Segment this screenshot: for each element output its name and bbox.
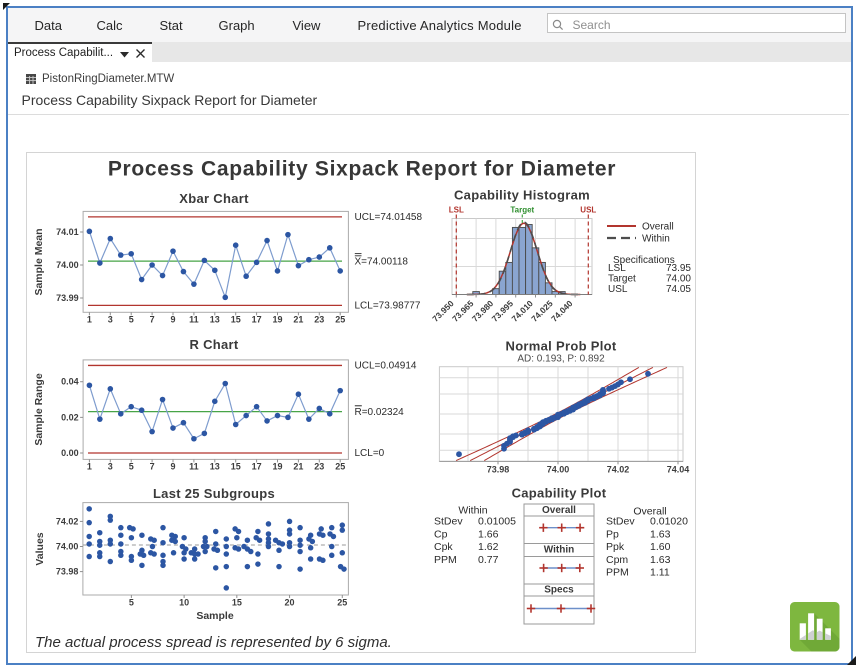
svg-text:Within: Within: [642, 234, 670, 245]
svg-text:R Chart: R Chart: [189, 337, 238, 352]
svg-text:74.04: 74.04: [667, 465, 690, 475]
svg-text:Sample Range: Sample Range: [33, 373, 45, 446]
svg-text:1.11: 1.11: [650, 567, 670, 579]
svg-text:74.00: 74.00: [56, 542, 79, 552]
svg-text:74.01: 74.01: [56, 227, 79, 237]
svg-text:0.04: 0.04: [61, 377, 79, 387]
svg-text:21: 21: [293, 314, 303, 324]
svg-text:1.60: 1.60: [650, 541, 671, 553]
svg-text:19: 19: [272, 461, 282, 471]
svg-text:5: 5: [129, 461, 134, 471]
svg-text:The actual process spread is r: The actual process spread is represented…: [35, 634, 392, 651]
svg-text:Normal Prob Plot: Normal Prob Plot: [506, 339, 617, 354]
svg-text:Xbar Chart: Xbar Chart: [179, 191, 249, 206]
svg-text:73.98: 73.98: [487, 465, 510, 475]
svg-text:1.66: 1.66: [478, 528, 499, 540]
svg-text:25: 25: [335, 461, 345, 471]
svg-text:X=74.00118: X=74.00118: [355, 257, 409, 268]
svg-text:5: 5: [129, 598, 134, 608]
svg-text:StDev: StDev: [606, 516, 635, 528]
svg-text:R=0.02324: R=0.02324: [355, 407, 405, 418]
svg-text:10: 10: [179, 598, 189, 608]
svg-text:73.98: 73.98: [56, 567, 79, 577]
svg-text:25: 25: [337, 598, 347, 608]
svg-text:0.02: 0.02: [61, 412, 79, 422]
svg-text:StDev: StDev: [434, 516, 463, 528]
svg-text:1.63: 1.63: [650, 528, 671, 540]
svg-text:73.99: 73.99: [56, 293, 79, 303]
svg-text:74.00: 74.00: [56, 260, 79, 270]
svg-text:15: 15: [231, 461, 241, 471]
svg-text:11: 11: [189, 314, 199, 324]
svg-text:1: 1: [87, 314, 92, 324]
svg-text:Process Capability Sixpack Rep: Process Capability Sixpack Report for Di…: [108, 158, 616, 181]
svg-text:Overall: Overall: [542, 505, 576, 516]
svg-text:Last 25 Subgroups: Last 25 Subgroups: [153, 486, 275, 501]
svg-text:7: 7: [150, 461, 155, 471]
svg-text:PPM: PPM: [606, 567, 629, 579]
svg-text:15: 15: [232, 598, 242, 608]
svg-text:LCL=0: LCL=0: [355, 448, 385, 459]
svg-text:73.95: 73.95: [666, 263, 691, 274]
svg-text:Within: Within: [544, 545, 574, 556]
svg-text:PPM: PPM: [434, 554, 457, 566]
svg-text:9: 9: [170, 461, 175, 471]
svg-text:0.01020: 0.01020: [650, 516, 688, 528]
svg-text:Target: Target: [510, 206, 534, 215]
svg-text:17: 17: [252, 314, 262, 324]
svg-text:7: 7: [150, 314, 155, 324]
svg-text:74.05: 74.05: [666, 284, 691, 295]
svg-text:Cpm: Cpm: [606, 554, 628, 566]
svg-text:13: 13: [210, 461, 220, 471]
svg-text:1.62: 1.62: [478, 541, 499, 553]
svg-text:0.01005: 0.01005: [478, 516, 516, 528]
svg-text:UCL=0.04914: UCL=0.04914: [355, 360, 417, 371]
svg-text:Cpk: Cpk: [434, 541, 453, 553]
svg-text:LCL=73.98777: LCL=73.98777: [355, 300, 421, 311]
svg-text:5: 5: [129, 314, 134, 324]
svg-text:9: 9: [170, 314, 175, 324]
svg-text:USL: USL: [580, 206, 596, 215]
svg-text:74.00: 74.00: [547, 465, 570, 475]
svg-text:Cp: Cp: [434, 528, 448, 540]
svg-text:17: 17: [252, 461, 262, 471]
svg-text:74.02: 74.02: [607, 465, 630, 475]
svg-text:USL: USL: [608, 284, 628, 295]
svg-text:19: 19: [272, 314, 282, 324]
svg-text:74.040: 74.040: [549, 298, 575, 324]
svg-text:1: 1: [87, 461, 92, 471]
svg-text:20: 20: [285, 598, 295, 608]
svg-text:74.00: 74.00: [666, 274, 691, 285]
svg-text:Overall: Overall: [642, 222, 674, 233]
svg-text:AD: 0.193, P: 0.892: AD: 0.193, P: 0.892: [517, 354, 605, 365]
svg-text:LSL: LSL: [608, 263, 626, 274]
svg-text:15: 15: [231, 314, 241, 324]
svg-text:3: 3: [108, 461, 113, 471]
svg-text:Values: Values: [34, 532, 46, 565]
svg-text:74.02: 74.02: [56, 516, 79, 526]
svg-text:Sample Mean: Sample Mean: [33, 228, 45, 295]
svg-text:LSL: LSL: [449, 206, 464, 215]
svg-text:Capability Plot: Capability Plot: [512, 486, 607, 501]
svg-text:Ppk: Ppk: [606, 541, 625, 553]
svg-text:1.63: 1.63: [650, 554, 671, 566]
svg-text:13: 13: [210, 314, 220, 324]
svg-text:23: 23: [314, 461, 324, 471]
svg-text:3: 3: [108, 314, 113, 324]
svg-text:21: 21: [293, 461, 303, 471]
svg-text:Target: Target: [608, 274, 636, 285]
svg-text:23: 23: [314, 314, 324, 324]
svg-text:11: 11: [189, 461, 199, 471]
svg-text:Sample: Sample: [196, 610, 234, 622]
svg-text:0.00: 0.00: [61, 448, 79, 458]
svg-text:0.77: 0.77: [478, 554, 499, 566]
svg-text:Capability Histogram: Capability Histogram: [454, 188, 590, 203]
svg-text:25: 25: [335, 314, 345, 324]
svg-text:Specs: Specs: [544, 585, 574, 596]
svg-text:UCL=74.01458: UCL=74.01458: [355, 212, 423, 223]
svg-text:Pp: Pp: [606, 528, 619, 540]
